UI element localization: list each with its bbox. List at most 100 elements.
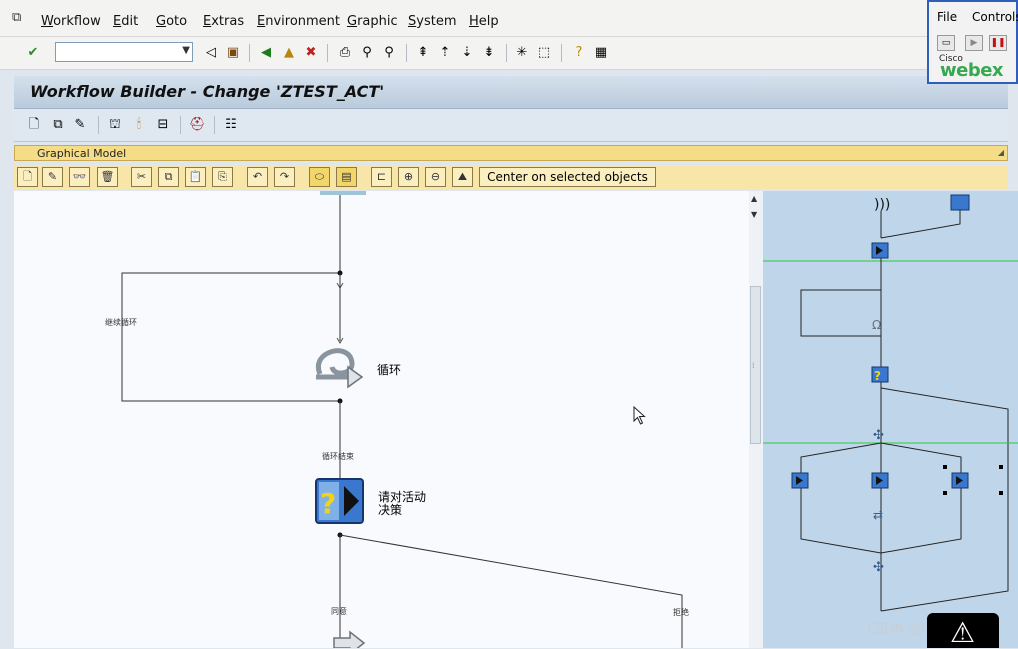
other-workflow-icon[interactable]: ⧉ <box>50 117 66 133</box>
play-icon[interactable]: ▶ <box>965 35 983 51</box>
workflow-canvas[interactable]: ? 继续循环 循环 循环结束 请对活动 决策 同意 拒绝 <box>14 191 749 648</box>
cut-icon[interactable]: ✂ <box>131 167 152 187</box>
activate-icon[interactable]: 🕯 <box>131 117 147 133</box>
check-syntax-icon[interactable]: ⛫ <box>107 117 123 133</box>
check-icon[interactable]: ✔ <box>25 45 41 61</box>
display-icon[interactable]: 👓 <box>69 167 90 187</box>
join-icon: ✣ <box>873 560 884 575</box>
menu-workflow[interactable]: Workflow <box>41 14 101 29</box>
mouse-cursor-icon <box>633 406 646 425</box>
loop-back-line <box>800 289 881 337</box>
selection-handle <box>943 465 947 469</box>
menu-bar: ⧉ Workflow Edit Goto Extras Environment … <box>0 0 1018 37</box>
print-icon[interactable]: ⎙ <box>337 45 353 61</box>
exit-icon[interactable]: ▲ <box>281 45 297 61</box>
last-page-icon[interactable]: ⇟ <box>481 45 497 61</box>
new-step-icon[interactable]: 🗋 <box>17 167 38 187</box>
tasks-icon[interactable]: ⛑ <box>189 117 206 133</box>
page-title: Workflow Builder - Change 'ZTEST_ACT' <box>30 82 385 101</box>
corner-logo: ⚠ <box>927 613 999 648</box>
overview-navigator[interactable]: ))) Ω ? ✣ ⇄ ✣ <box>763 191 1018 648</box>
change-step-icon[interactable]: ✎ <box>42 167 63 187</box>
separator <box>406 44 407 62</box>
test-icon[interactable]: ⊟ <box>155 117 171 133</box>
zoom-in-icon[interactable]: ⊕ <box>398 167 419 187</box>
event-step-icon <box>950 194 970 211</box>
menu-extras[interactable]: Extras <box>203 14 244 29</box>
triangle-icon: ◢ <box>997 148 1004 157</box>
fork-branch-line <box>880 442 962 554</box>
node-icon[interactable]: ⬭ <box>309 167 330 187</box>
menu-system[interactable]: System <box>408 14 457 29</box>
shortcut-icon[interactable]: ⬚ <box>536 45 552 61</box>
webex-file-menu[interactable]: File <box>937 10 957 24</box>
insert-icon[interactable]: ⎘ <box>212 167 233 187</box>
user-decision-step-icon[interactable]: ? <box>315 478 364 524</box>
loop-icon: Ω <box>872 318 881 332</box>
align-icon[interactable]: ⊏ <box>371 167 392 187</box>
zoom-out-icon[interactable]: ⊖ <box>425 167 446 187</box>
menu-edit[interactable]: Edit <box>113 14 138 29</box>
question-icon: ? <box>874 369 881 383</box>
scroll-down-icon[interactable]: ▼ <box>751 210 757 219</box>
find-icon[interactable]: ⚲ <box>359 45 375 61</box>
container-icon: ⇄ <box>873 508 883 522</box>
chevron-down-icon[interactable]: ▼ <box>182 45 190 56</box>
application-toolbar: 🗋 ⧉ ✎ ⛫ 🕯 ⊟ ⛑ ☷ <box>14 109 1008 142</box>
copy-icon[interactable]: ⧉ <box>158 167 179 187</box>
delete-icon[interactable]: 🗑 <box>97 167 118 187</box>
back-icon[interactable]: ◀ <box>258 45 274 61</box>
folder-icon[interactable]: ▭ <box>937 35 955 51</box>
first-page-icon[interactable]: ⇞ <box>415 45 431 61</box>
graphical-model-bar[interactable]: Graphical Model ◢ <box>14 145 1008 161</box>
webex-controls-menu[interactable]: Controls <box>972 10 1018 24</box>
next-page-icon[interactable]: ⇣ <box>459 45 475 61</box>
canvas-scrollbar[interactable]: ▲ ▼ ⁞ <box>749 191 763 648</box>
paste-icon[interactable]: 📋 <box>185 167 206 187</box>
loop-step-label[interactable]: 循环 <box>377 361 401 378</box>
pause-icon[interactable]: ❚❚ <box>989 35 1007 51</box>
menu-graphic[interactable]: Graphic <box>347 14 398 29</box>
find-next-icon[interactable]: ⚲ <box>381 45 397 61</box>
new-session-icon[interactable]: ✳ <box>514 45 530 61</box>
webex-panel: File Controls ▭ ▶ ❚❚ Cisco webex <box>927 0 1018 84</box>
reject-label: 拒绝 <box>673 608 689 617</box>
menu-goto[interactable]: Goto <box>156 14 187 29</box>
graphic-toolbar: 🗋 ✎ 👓 🗑 ✂ ⧉ 📋 ⎘ ↶ ↷ ⬭ ▤ ⊏ ⊕ ⊖ ⛰ Center o… <box>14 166 1008 189</box>
separator <box>561 44 562 62</box>
start-event-icon: ))) <box>874 197 890 213</box>
prev-page-icon[interactable]: ⇡ <box>437 45 453 61</box>
new-icon[interactable]: 🗋 <box>26 117 42 133</box>
center-selected-button[interactable]: Center on selected objects <box>479 167 656 187</box>
graphical-model-label: Graphical Model <box>37 147 127 160</box>
loop-back-line <box>121 272 340 402</box>
undo-icon[interactable]: ↶ <box>247 167 268 187</box>
redo-icon[interactable]: ↷ <box>274 167 295 187</box>
approve-label: 同意 <box>331 607 347 616</box>
branch-line <box>880 387 1009 612</box>
decision-label-line2[interactable]: 决策 <box>378 501 402 518</box>
overview-diagram: ))) Ω ? ✣ ⇄ ✣ <box>763 194 1018 612</box>
loop-step-icon[interactable] <box>315 348 364 389</box>
picture-icon[interactable]: ⛰ <box>452 167 473 187</box>
next-step-icon[interactable] <box>333 630 366 648</box>
menu-environment[interactable]: Environment <box>257 14 340 29</box>
system-menu-icon[interactable]: ⧉ <box>12 10 28 25</box>
cancel-icon[interactable]: ✖ <box>303 45 319 61</box>
selection-handle <box>999 491 1003 495</box>
edit-icon[interactable]: ✎ <box>72 117 88 133</box>
help-icon[interactable]: ? <box>571 45 587 61</box>
table-icon[interactable]: ☷ <box>223 117 239 133</box>
legend-icon[interactable]: ▤ <box>336 167 357 187</box>
fork-icon: ✣ <box>873 428 884 443</box>
title-bar: Workflow Builder - Change 'ZTEST_ACT' <box>14 76 1008 109</box>
separator <box>506 44 507 62</box>
loop-end-label: 循环结束 <box>322 452 354 461</box>
menu-help[interactable]: Help <box>469 14 499 29</box>
command-field[interactable]: ▼ <box>55 42 193 62</box>
layout-icon[interactable]: ▦ <box>593 45 609 61</box>
scroll-up-icon[interactable]: ▲ <box>751 194 757 203</box>
reject-branch-line <box>339 534 683 648</box>
save-icon[interactable]: ▣ <box>225 45 241 61</box>
prev-icon[interactable]: ◁ <box>203 45 219 61</box>
